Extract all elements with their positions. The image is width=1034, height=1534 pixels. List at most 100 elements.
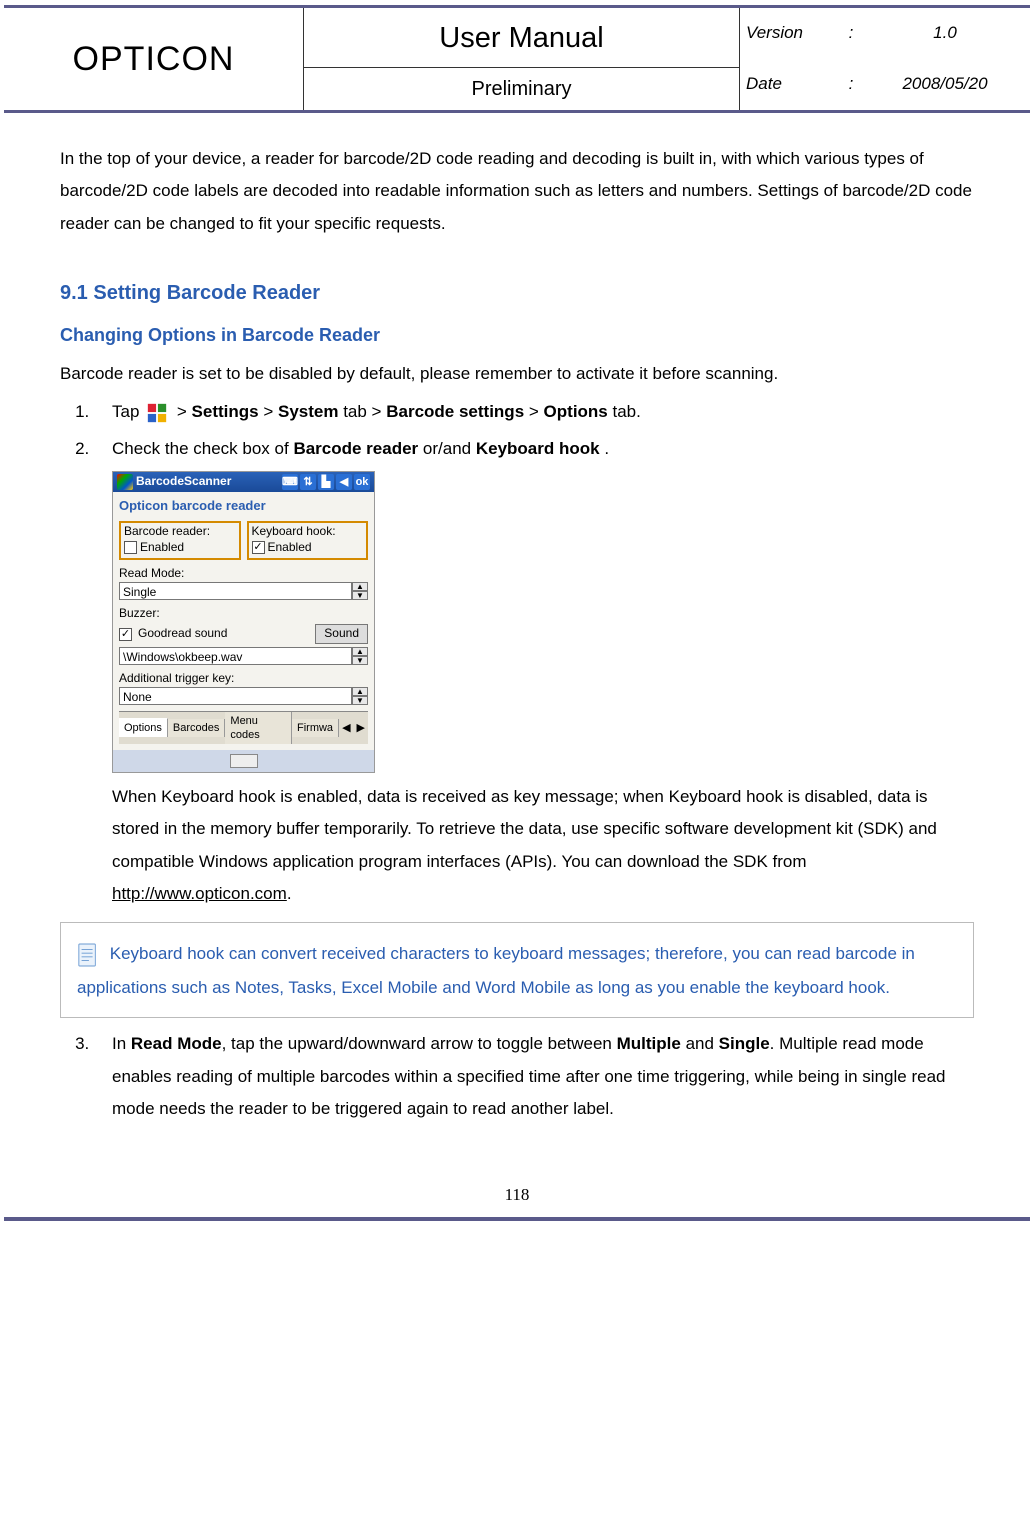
sub-heading: Changing Options in Barcode Reader (60, 318, 974, 352)
keyboard-hook-enabled-label: Enabled (268, 540, 312, 556)
keyboard-icon[interactable] (230, 754, 258, 768)
tab-word: tab. (613, 402, 641, 421)
barcode-reader-label: Barcode reader: (124, 524, 236, 540)
section-heading: 9.1 Setting Barcode Reader (60, 274, 974, 312)
tab-options[interactable]: Options (119, 718, 168, 737)
read-mode-spinner[interactable]: ▲ ▼ (352, 582, 368, 600)
keyboard-hook-label: Keyboard hook: (252, 524, 364, 540)
brand: OPTICON (4, 8, 304, 110)
signal-icon[interactable]: ▙ (318, 474, 334, 490)
barcode-reader-enabled-label: Enabled (140, 540, 184, 556)
note-text: Keyboard hook can convert received chara… (77, 944, 915, 997)
page-number: 118 (0, 1179, 1034, 1217)
app-subtitle: Opticon barcode reader (113, 492, 374, 518)
window-title: BarcodeScanner (136, 474, 279, 490)
sound-path-input[interactable]: \Windows\okbeep.wav (119, 647, 352, 665)
window-titlebar: BarcodeScanner ⌨ ⇅ ▙ ◀ ok (113, 472, 374, 492)
buzzer-label: Buzzer: (119, 606, 368, 622)
sdk-link[interactable]: http://www.opticon.com (112, 884, 287, 903)
tab-scroll-left-icon[interactable]: ◀ (339, 721, 353, 735)
tab-scroll-right-icon[interactable]: ▶ (354, 721, 368, 735)
tab-firmware[interactable]: Firmwa (292, 719, 339, 737)
single-bold: Single (719, 1034, 770, 1053)
system-bold: System (278, 402, 338, 421)
barcode-reader-bold: Barcode reader (293, 439, 418, 458)
spinner-up-icon[interactable]: ▲ (352, 582, 368, 591)
trigger-spinner[interactable]: ▲ ▼ (352, 687, 368, 705)
connectivity-icon[interactable]: ⇅ (300, 474, 316, 490)
tab-word: tab > (343, 402, 386, 421)
barcode-reader-checkbox[interactable] (124, 541, 137, 554)
s3-c: and (681, 1034, 719, 1053)
step2-mid: or/and (423, 439, 476, 458)
options-bold: Options (544, 402, 608, 421)
titlebar-icons: ⌨ ⇅ ▙ ◀ ok (282, 474, 370, 490)
colon: : (836, 17, 866, 49)
steps-list-continued: In Read Mode, tap the upward/downward ar… (60, 1028, 974, 1125)
page-content: In the top of your device, a reader for … (0, 113, 1034, 1149)
intro-line: Barcode reader is set to be disabled by … (60, 358, 974, 390)
header-center: User Manual Preliminary (304, 8, 740, 110)
goodread-sound-label: Goodread sound (138, 626, 309, 642)
volume-icon[interactable]: ◀ (336, 474, 352, 490)
tab-barcodes[interactable]: Barcodes (168, 719, 225, 737)
date-value: 2008/05/20 (866, 68, 1024, 100)
spinner-up-icon[interactable]: ▲ (352, 647, 368, 656)
sep: > (263, 402, 278, 421)
step2-prefix: Check the check box of (112, 439, 293, 458)
date-row: Date : 2008/05/20 (740, 59, 1030, 110)
multiple-bold: Multiple (617, 1034, 681, 1053)
doc-subtitle: Preliminary (304, 68, 739, 110)
after-ss-text-b: . (287, 884, 292, 903)
step1-prefix: Tap (112, 402, 144, 421)
sip-bar (113, 750, 374, 772)
tab-bar: Options Barcodes Menu codes Firmwa ◀ ▶ (119, 711, 368, 745)
window-body: Barcode reader: Enabled Keyboard hook: ✓… (113, 518, 374, 750)
barcode-reader-group: Barcode reader: Enabled (119, 521, 241, 560)
steps-list: Tap > Settings > System tab > Barcode se… (60, 396, 974, 910)
ok-button[interactable]: ok (354, 474, 370, 490)
goodread-sound-checkbox[interactable]: ✓ (119, 628, 132, 641)
spinner-down-icon[interactable]: ▼ (352, 591, 368, 600)
read-mode-label: Read Mode: (119, 566, 368, 582)
read-mode-input[interactable]: Single (119, 582, 352, 600)
trigger-label: Additional trigger key: (119, 671, 368, 687)
windows-start-icon (146, 402, 168, 424)
step-3: In Read Mode, tap the upward/downward ar… (94, 1028, 974, 1125)
version-value: 1.0 (866, 17, 1024, 49)
step-2: Check the check box of Barcode reader or… (94, 433, 974, 911)
windows-logo-icon (117, 474, 133, 490)
header-meta: Version : 1.0 Date : 2008/05/20 (740, 8, 1030, 110)
after-ss-text-a: When Keyboard hook is enabled, data is r… (112, 787, 937, 871)
trigger-input[interactable]: None (119, 687, 352, 705)
step-1: Tap > Settings > System tab > Barcode se… (94, 396, 974, 428)
footer-rule (4, 1217, 1030, 1221)
keyboard-hook-group: Keyboard hook: ✓ Enabled (247, 521, 369, 560)
page-header: OPTICON User Manual Preliminary Version … (4, 5, 1030, 113)
s3-a: In (112, 1034, 131, 1053)
sip-icon[interactable]: ⌨ (282, 474, 298, 490)
note-box: Keyboard hook can convert received chara… (60, 922, 974, 1018)
step2-suffix: . (604, 439, 609, 458)
spinner-down-icon[interactable]: ▼ (352, 656, 368, 665)
s3-b: , tap the upward/downward arrow to toggl… (222, 1034, 617, 1053)
colon: : (836, 68, 866, 100)
version-row: Version : 1.0 (740, 8, 1030, 59)
sound-button[interactable]: Sound (315, 624, 368, 644)
doc-title: User Manual (304, 8, 739, 68)
note-icon (77, 942, 99, 968)
intro-paragraph: In the top of your device, a reader for … (60, 143, 974, 240)
sep: > (177, 402, 192, 421)
settings-bold: Settings (192, 402, 259, 421)
sep: > (529, 402, 544, 421)
version-label: Version (746, 17, 836, 49)
spinner-up-icon[interactable]: ▲ (352, 687, 368, 696)
spinner-down-icon[interactable]: ▼ (352, 696, 368, 705)
read-mode-bold: Read Mode (131, 1034, 222, 1053)
keyboard-hook-checkbox[interactable]: ✓ (252, 541, 265, 554)
sound-path-spinner[interactable]: ▲ ▼ (352, 647, 368, 665)
tab-menu-codes[interactable]: Menu codes (225, 712, 292, 745)
barcode-settings-bold: Barcode settings (386, 402, 524, 421)
barcode-settings-screenshot: BarcodeScanner ⌨ ⇅ ▙ ◀ ok Opticon barcod… (112, 471, 375, 773)
date-label: Date (746, 68, 836, 100)
